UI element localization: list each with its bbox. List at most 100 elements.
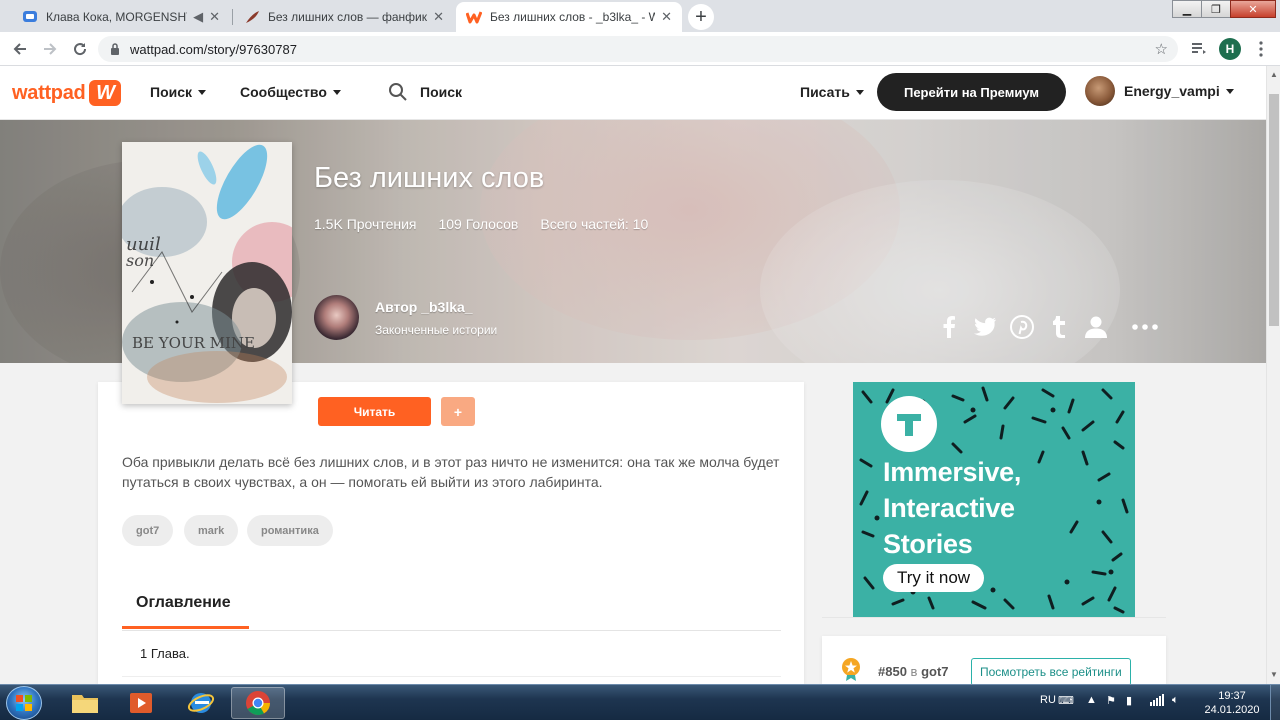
action-center-flag-icon[interactable]: ⚑ <box>1106 694 1116 707</box>
tab-close-icon[interactable]: ✕ <box>209 9 220 25</box>
internet-explorer-icon[interactable] <box>174 687 228 719</box>
windows-taskbar: RU ⌨ ▲ ⚑ ▮ 🔈︎ 19:37 24.01.2020 <box>0 684 1280 720</box>
ad-headline-line: Stories <box>883 529 973 559</box>
media-control-icon[interactable] <box>1188 38 1210 60</box>
volume-icon[interactable]: 🔈︎ <box>1172 694 1179 707</box>
svg-text:son: son <box>126 251 154 270</box>
advertisement-banner[interactable]: Immersive, Interactive Stories Try it no… <box>853 382 1135 617</box>
rank-number: #850 <box>878 664 907 679</box>
show-desktop-button[interactable] <box>1270 685 1280 720</box>
language-indicator[interactable]: RU <box>1040 694 1056 706</box>
bookmark-star-icon[interactable]: ☆ <box>1155 40 1168 58</box>
chapter-list-item[interactable]: 1 Глава. <box>140 646 190 661</box>
write-menu[interactable]: Писать <box>800 84 864 100</box>
browser-tab-3-active[interactable]: Без лишних слов - _b3lka_ - Wa ✕ <box>456 2 682 32</box>
wattpad-w-icon: W <box>89 80 122 106</box>
header-search[interactable]: Поиск <box>388 82 462 102</box>
menu-dots-icon[interactable] <box>1250 38 1272 60</box>
clock-time: 19:37 <box>1218 690 1246 702</box>
nav-label: Сообщество <box>240 84 327 100</box>
keyboard-icon[interactable]: ⌨ <box>1058 694 1074 707</box>
view-all-rankings-button[interactable]: Посмотреть все рейтинги <box>971 658 1131 686</box>
lock-icon <box>110 43 120 55</box>
caret-down-icon <box>855 89 864 95</box>
network-icon[interactable] <box>1150 694 1164 709</box>
wattpad-logo[interactable]: wattpad W <box>12 80 122 106</box>
add-to-library-button[interactable]: + <box>441 397 475 426</box>
user-profile-icon[interactable] <box>1083 314 1109 340</box>
browser-tab-2[interactable]: Без лишних слов — фанфик по ✕ <box>234 2 454 32</box>
user-menu[interactable]: Energy_vampi <box>1085 76 1234 106</box>
tab-favicon-chat-icon <box>22 9 38 25</box>
close-window-button[interactable]: ✕ <box>1230 0 1276 18</box>
search-label: Поиск <box>420 84 463 100</box>
divider <box>122 676 781 677</box>
story-description: Оба привыкли делать всё без лишних слов,… <box>122 454 780 490</box>
divider <box>122 630 781 631</box>
caret-down-icon <box>198 89 207 95</box>
address-bar[interactable]: wattpad.com/story/97630787 ☆ <box>98 36 1178 62</box>
power-icon[interactable]: ▮ <box>1126 694 1132 707</box>
tag-chip[interactable]: mark <box>184 515 239 546</box>
tumblr-icon[interactable] <box>1046 314 1072 340</box>
site-header: wattpad W Поиск Сообщество Поиск Писать <box>0 66 1266 120</box>
author-name: _b3lka_ <box>421 299 473 315</box>
tab-favicon-wattpad-icon <box>466 9 482 25</box>
read-button[interactable]: Читать <box>318 397 431 426</box>
story-cover-image[interactable]: uuil son BE YOUR MINE <box>122 142 292 404</box>
ranking-text: #850 в got7 <box>878 664 949 679</box>
nav-community-menu[interactable]: Сообщество <box>240 84 341 100</box>
profile-avatar[interactable]: H <box>1219 38 1241 60</box>
caret-down-icon <box>332 89 341 95</box>
scrollbar-thumb[interactable] <box>1269 94 1279 326</box>
caret-down-icon <box>1225 88 1234 94</box>
tag-chip[interactable]: романтика <box>247 515 333 546</box>
tab-title: Без лишних слов - _b3lka_ - Wa <box>490 10 656 24</box>
chrome-taskbar-icon[interactable] <box>231 687 285 719</box>
speaker-icon[interactable]: ◀ <box>193 9 203 25</box>
rank-tag: got7 <box>921 664 949 679</box>
author-avatar[interactable] <box>314 295 359 340</box>
tab-close-icon[interactable]: ✕ <box>433 9 444 25</box>
more-options-icon[interactable] <box>1132 314 1158 340</box>
medal-icon <box>840 657 862 681</box>
clock-date: 24.01.2020 <box>1204 704 1260 716</box>
reload-icon[interactable] <box>70 39 90 59</box>
new-tab-button[interactable]: + <box>688 4 714 30</box>
author-line[interactable]: Автор _b3lka_ <box>375 299 473 315</box>
nav-label: Поиск <box>150 84 193 100</box>
scroll-up-icon[interactable]: ▲ <box>1270 70 1278 79</box>
go-premium-button[interactable]: Перейти на Премиум <box>877 73 1066 111</box>
pinterest-icon[interactable] <box>1009 314 1035 340</box>
tab-title: Клава Кока, MORGENSHTER <box>46 10 187 24</box>
tab-close-icon[interactable]: ✕ <box>661 9 672 25</box>
minimize-button[interactable]: ▁ <box>1172 0 1202 18</box>
tag-chip[interactable]: got7 <box>122 515 174 546</box>
ad-headline-line: Immersive, <box>883 457 1022 487</box>
page-scrollbar[interactable]: ▲ ▼ <box>1266 66 1280 684</box>
start-button[interactable] <box>6 686 42 720</box>
scroll-down-icon[interactable]: ▼ <box>1270 670 1278 679</box>
facebook-icon[interactable] <box>936 314 962 340</box>
tapp-logo-icon <box>881 396 937 452</box>
tab-title: Без лишних слов — фанфик по <box>268 10 428 24</box>
tray-expand-icon[interactable]: ▲ <box>1086 694 1097 706</box>
tab-favicon-feather-icon <box>244 9 260 25</box>
media-player-icon[interactable] <box>114 687 168 719</box>
browser-toolbar: wattpad.com/story/97630787 ☆ H <box>0 32 1280 66</box>
table-of-contents-tab[interactable]: Оглавление <box>136 594 231 612</box>
cover-title-text: BE YOUR MINE <box>132 334 255 352</box>
back-icon[interactable] <box>10 39 30 59</box>
explorer-folder-icon[interactable] <box>58 687 112 719</box>
author-prefix: Автор <box>375 299 418 315</box>
url-text: wattpad.com/story/97630787 <box>130 41 297 57</box>
nav-search-menu[interactable]: Поиск <box>150 84 207 100</box>
forward-icon[interactable] <box>40 39 60 59</box>
taskbar-clock[interactable]: 19:37 24.01.2020 <box>1204 689 1260 717</box>
username: Energy_vampi <box>1124 83 1220 99</box>
browser-tab-1[interactable]: Клава Кока, MORGENSHTER ◀ ✕ <box>12 2 230 32</box>
rank-prep: в <box>910 664 918 679</box>
ad-cta-button[interactable]: Try it now <box>883 564 985 592</box>
twitter-icon[interactable] <box>972 314 998 340</box>
maximize-button[interactable]: ❐ <box>1201 0 1231 18</box>
